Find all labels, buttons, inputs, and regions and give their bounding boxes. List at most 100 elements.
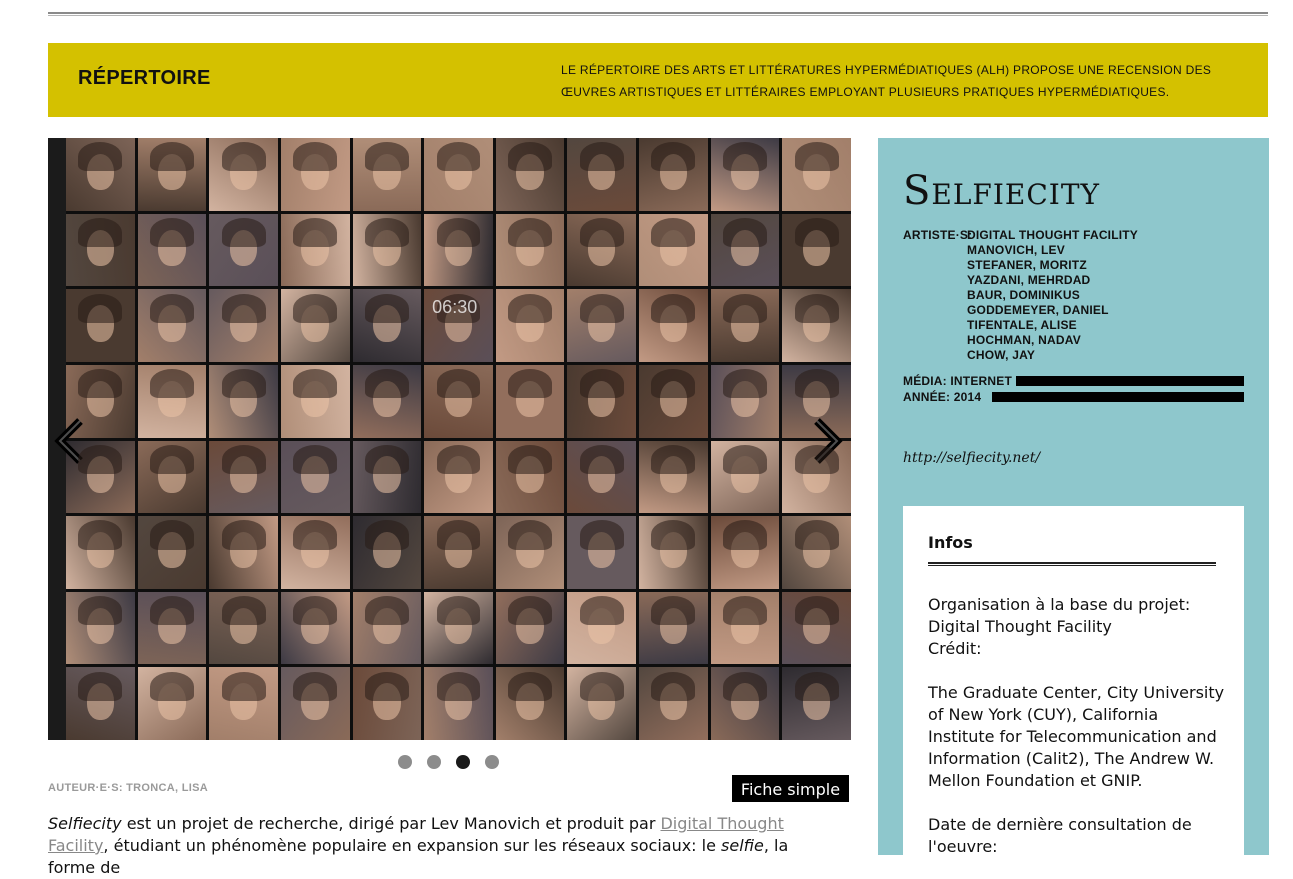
- selfie-tile: [209, 138, 278, 211]
- selfie-tile: [710, 213, 780, 287]
- selfie-tile: [639, 213, 708, 287]
- selfie-tile: [137, 440, 207, 514]
- artist-item: HOCHMAN, NADAV: [967, 333, 1081, 347]
- credit-value: The Graduate Center, City University of …: [928, 683, 1225, 790]
- selfie-tile: [66, 289, 135, 362]
- selfie-tile: [424, 440, 493, 514]
- selfie-tile: [352, 213, 422, 287]
- selfie-tile: [782, 591, 851, 665]
- selfie-tile: [710, 440, 780, 514]
- selfie-tile: [424, 516, 493, 589]
- fiche-simple-button[interactable]: Fiche simple: [732, 775, 849, 802]
- credit-label: Crédit:: [928, 639, 982, 658]
- selfie-tile: [495, 213, 565, 287]
- clock-overlay-text: 06:30: [432, 297, 478, 318]
- selfie-tile: [567, 440, 637, 514]
- selfie-tile: [280, 591, 350, 665]
- selfie-tile: [66, 138, 135, 211]
- selfie-tile: [495, 138, 565, 211]
- selfie-tile: [495, 364, 565, 438]
- artist-item: DIGITAL THOUGHT FACILITY: [967, 228, 1139, 242]
- selfie-emphasis: selfie: [721, 836, 764, 855]
- slider-dot-2[interactable]: [427, 755, 441, 769]
- selfie-tile: [280, 667, 350, 740]
- selfie-tile: [639, 289, 708, 362]
- artist-item: GODDEMEYER, DANIEL: [967, 303, 1109, 317]
- selfie-tile: [66, 591, 135, 665]
- artist-item: STEFANER, MORITZ: [967, 258, 1087, 272]
- selfie-tile: [710, 364, 780, 438]
- selfie-tile: [280, 138, 350, 211]
- artist-item: CHOW, JAY: [967, 348, 1036, 362]
- selfie-tile: [782, 138, 851, 211]
- selfie-tile: [352, 364, 422, 438]
- selfie-tile: [209, 213, 278, 287]
- selfie-tile: [495, 440, 565, 514]
- selfie-tile: [495, 591, 565, 665]
- selfie-tile: [710, 667, 780, 740]
- selfie-tile: [567, 289, 637, 362]
- selfie-tile: [639, 440, 708, 514]
- media-label: MÉDIA: INTERNET: [903, 374, 1012, 388]
- selfie-tile: [782, 516, 851, 589]
- date-label: Date de dernière consultation de l'oeuvr…: [928, 815, 1192, 855]
- slider-pagination: [398, 755, 499, 769]
- header-description: LE RÉPERTOIRE DES ARTS ET LITTÉRATURES H…: [561, 63, 1212, 99]
- infos-body: Organisation à la base du projet: Digital…: [928, 594, 1228, 855]
- selfie-tile: [639, 364, 708, 438]
- selfie-tile: [137, 289, 207, 362]
- selfie-tile: [66, 213, 135, 287]
- page-title: RÉPERTOIRE: [78, 67, 211, 89]
- selfie-tile: [567, 364, 637, 438]
- selfie-tile: [209, 516, 278, 589]
- selfie-tile: [352, 516, 422, 589]
- selfie-tile: [209, 440, 278, 514]
- selfie-tile: [710, 138, 780, 211]
- selfie-tile: [424, 138, 493, 211]
- selfie-tile: [639, 591, 708, 665]
- selfie-tile: [209, 289, 278, 362]
- work-name-emphasis: Selfiecity: [48, 814, 122, 833]
- infos-divider: [928, 562, 1216, 566]
- header-banner: RÉPERTOIRE LE RÉPERTOIRE DES ARTS ET LIT…: [48, 43, 1268, 117]
- selfie-tile: [280, 364, 350, 438]
- author-line: AUTEUR·E·S: TRONCA, LISA: [48, 782, 208, 794]
- artist-item: BAUR, DOMINIKUS: [967, 288, 1080, 302]
- artists-list: MANOVICH, LEV STEFANER, MORITZ YAZDANI, …: [967, 243, 1109, 363]
- selfie-tile: [137, 667, 207, 740]
- selfie-tile: [710, 289, 780, 362]
- selfie-tile: [352, 289, 422, 362]
- selfie-tile: [782, 667, 851, 740]
- selfie-tile: [280, 289, 350, 362]
- selfie-tile: [209, 591, 278, 665]
- selfie-tile: [209, 364, 278, 438]
- selfie-tile: [137, 516, 207, 589]
- selfie-tile: [567, 516, 637, 589]
- artist-item: TIFENTALE, ALISE: [967, 318, 1077, 332]
- selfie-tile: [639, 138, 708, 211]
- selfie-tile: [424, 364, 493, 438]
- selfie-tile: [424, 591, 493, 665]
- selfie-tile: [280, 213, 350, 287]
- org-value: Digital Thought Facility: [928, 617, 1112, 636]
- selfie-tile: [567, 138, 637, 211]
- selfie-tile: [710, 516, 780, 589]
- selfie-tile: [495, 667, 565, 740]
- redaction-bar: [992, 392, 1244, 402]
- year-label: ANNÉE: 2014: [903, 390, 982, 404]
- selfie-tile: [495, 289, 565, 362]
- selfie-tile: [424, 667, 493, 740]
- slider-dot-1[interactable]: [398, 755, 412, 769]
- infos-panel: Infos Organisation à la base du projet: D…: [903, 506, 1244, 855]
- selfie-tile: [495, 516, 565, 589]
- selfie-tile: [639, 516, 708, 589]
- work-website-link[interactable]: http://selfiecity.net/: [903, 450, 1040, 466]
- intro-text-2: , étudiant un phénomène populaire en exp…: [103, 836, 722, 855]
- selfie-tile: [209, 667, 278, 740]
- slider-dot-4[interactable]: [485, 755, 499, 769]
- slider-dot-3[interactable]: [456, 755, 470, 769]
- work-sidebar: Selfiecity ARTISTE·S: DIGITAL THOUGHT FA…: [878, 138, 1269, 855]
- selfie-tile: [352, 440, 422, 514]
- selfie-tile: [66, 667, 135, 740]
- image-slider[interactable]: 06:30: [48, 138, 851, 740]
